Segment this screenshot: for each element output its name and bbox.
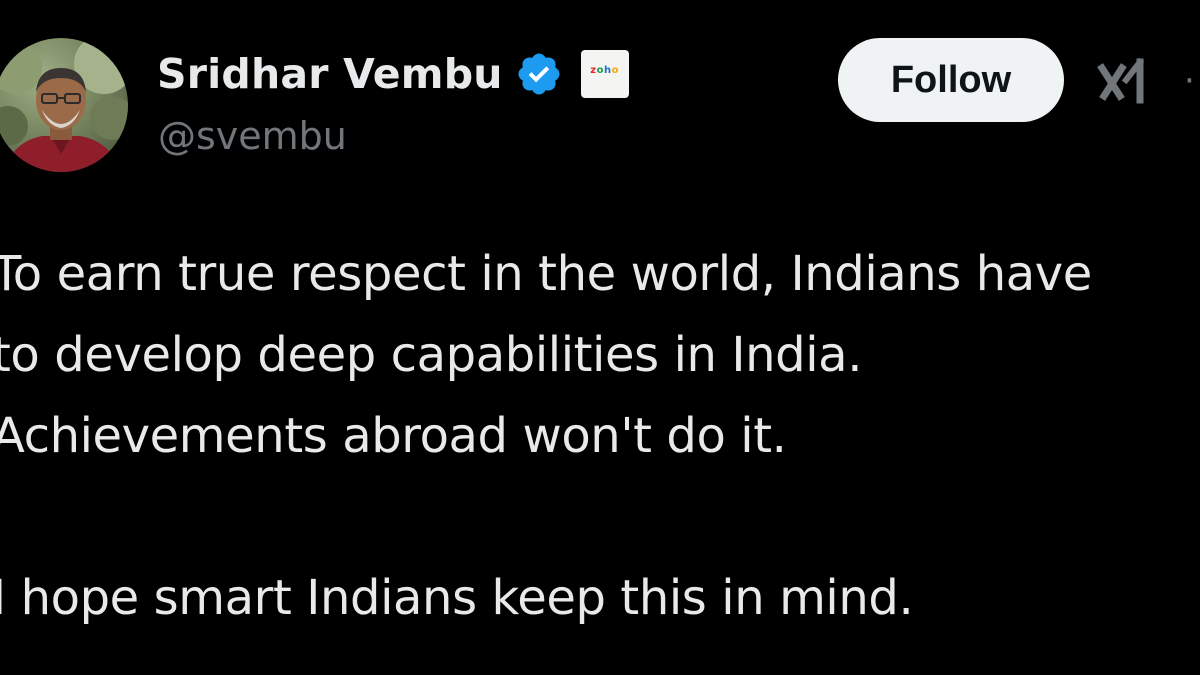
avatar-photo (0, 38, 128, 172)
author-display-name[interactable]: Sridhar Vembu (157, 50, 503, 98)
more-options-icon[interactable]: · (1184, 64, 1195, 98)
affiliate-org-badge[interactable]: zoho (580, 50, 629, 98)
tweet-text-line: to develop deep capabilities in India. (0, 327, 863, 383)
tweet-text: To earn true respect in the world, India… (0, 234, 1200, 639)
tweet-text-line: Achievements abroad won't do it. (0, 408, 787, 464)
author-name-row: Sridhar Vembu zoho (157, 46, 629, 102)
author-handle[interactable]: @svembu (158, 114, 347, 158)
follow-button[interactable]: Follow (838, 38, 1064, 122)
zoho-logo-icon: zoho (590, 65, 619, 76)
grok-icon[interactable] (1096, 54, 1152, 110)
verified-badge-icon[interactable] (515, 50, 563, 98)
tweet-card: Sridhar Vembu zoho @svembu Follow · To e… (0, 0, 1200, 675)
tweet-text-line: To earn true respect in the world, India… (0, 246, 1092, 302)
avatar[interactable] (0, 38, 128, 172)
tweet-text-line: I hope smart Indians keep this in mind. (0, 570, 914, 626)
